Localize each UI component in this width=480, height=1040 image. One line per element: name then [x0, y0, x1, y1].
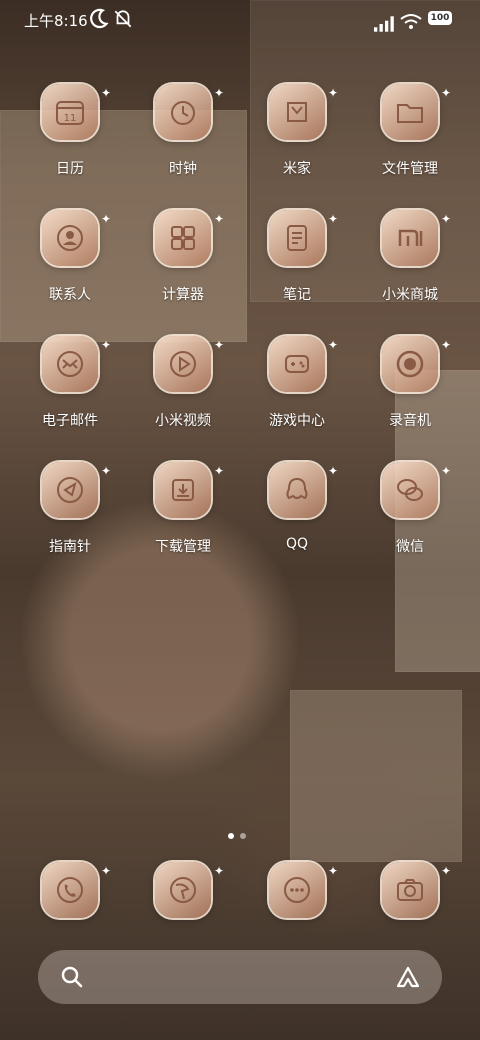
clock-icon — [155, 84, 211, 140]
app-contacts[interactable]: ✦ 联系人 — [15, 210, 125, 320]
svg-text:11: 11 — [64, 113, 77, 124]
battery-indicator: 100 — [428, 11, 452, 25]
download-icon — [155, 462, 211, 518]
page-indicator — [228, 824, 252, 843]
app-recorder[interactable]: ✦ 录音机 — [355, 336, 465, 446]
app-clock[interactable]: ✦ 时钟 — [128, 84, 238, 194]
status-bar: 上午8:16 100 — [0, 0, 480, 40]
dock: ✦ ✦ ✦ ✦ — [0, 858, 480, 938]
app-label: 微信 — [396, 539, 424, 555]
app-calculator[interactable]: ✦ 计算器 — [128, 210, 238, 320]
search-bar[interactable] — [38, 950, 442, 1004]
app-label: 日历 — [56, 161, 84, 177]
gamepad-icon — [269, 336, 325, 392]
app-compass[interactable]: ✦ 指南针 — [15, 462, 125, 572]
assistant-icon[interactable] — [394, 965, 422, 989]
app-label: 笔记 — [283, 287, 311, 303]
moon-icon — [90, 8, 109, 29]
app-label: 指南针 — [49, 539, 91, 555]
signal-icon — [374, 16, 394, 32]
browser-icon — [155, 862, 211, 918]
contacts-icon — [42, 210, 98, 266]
camera-icon — [382, 862, 438, 918]
app-qq[interactable]: ✦ QQ — [242, 462, 352, 572]
calendar-icon: 11 — [42, 84, 98, 140]
wifi-icon — [400, 14, 422, 29]
app-label: 游戏中心 — [269, 413, 325, 429]
app-label: 联系人 — [49, 287, 91, 303]
mijia-icon — [269, 84, 325, 140]
wallpaper-paper — [290, 690, 462, 862]
mi-store-icon — [382, 210, 438, 266]
app-label: 录音机 — [389, 413, 431, 429]
status-time: 上午8:16 — [24, 12, 88, 30]
app-calendar[interactable]: 11 ✦ 日历 — [15, 84, 125, 194]
app-label: QQ — [285, 536, 309, 552]
app-label: 计算器 — [162, 287, 204, 303]
folder-icon — [382, 84, 438, 140]
calculator-icon — [155, 210, 211, 266]
app-mi-store[interactable]: ✦ 小米商城 — [355, 210, 465, 320]
messages-icon — [269, 862, 325, 918]
mute-bell-icon — [114, 10, 132, 28]
search-icon[interactable] — [60, 965, 84, 989]
app-label: 小米商城 — [382, 287, 438, 303]
app-email[interactable]: ✦ 电子邮件 — [15, 336, 125, 446]
app-download-manager[interactable]: ✦ 下载管理 — [128, 462, 238, 572]
app-file-manager[interactable]: ✦ 文件管理 — [355, 84, 465, 194]
app-mijia[interactable]: ✦ 米家 — [242, 84, 352, 194]
app-label: 米家 — [283, 161, 311, 177]
app-label: 下载管理 — [155, 539, 211, 555]
wechat-icon — [382, 462, 438, 518]
app-wechat[interactable]: ✦ 微信 — [355, 462, 465, 572]
app-notes[interactable]: ✦ 笔记 — [242, 210, 352, 320]
app-label: 时钟 — [169, 161, 197, 177]
app-label: 电子邮件 — [42, 413, 98, 429]
compass-icon — [42, 462, 98, 518]
page-dot — [240, 833, 246, 839]
page-dot — [228, 833, 234, 839]
app-game-center[interactable]: ✦ 游戏中心 — [242, 336, 352, 446]
app-label: 小米视频 — [155, 413, 211, 429]
notes-icon — [269, 210, 325, 266]
app-mi-video[interactable]: ✦ 小米视频 — [128, 336, 238, 446]
app-label: 文件管理 — [382, 161, 438, 177]
qq-icon — [269, 462, 325, 518]
phone-icon — [42, 862, 98, 918]
mail-icon — [42, 336, 98, 392]
recorder-icon — [382, 336, 438, 392]
video-icon — [155, 336, 211, 392]
